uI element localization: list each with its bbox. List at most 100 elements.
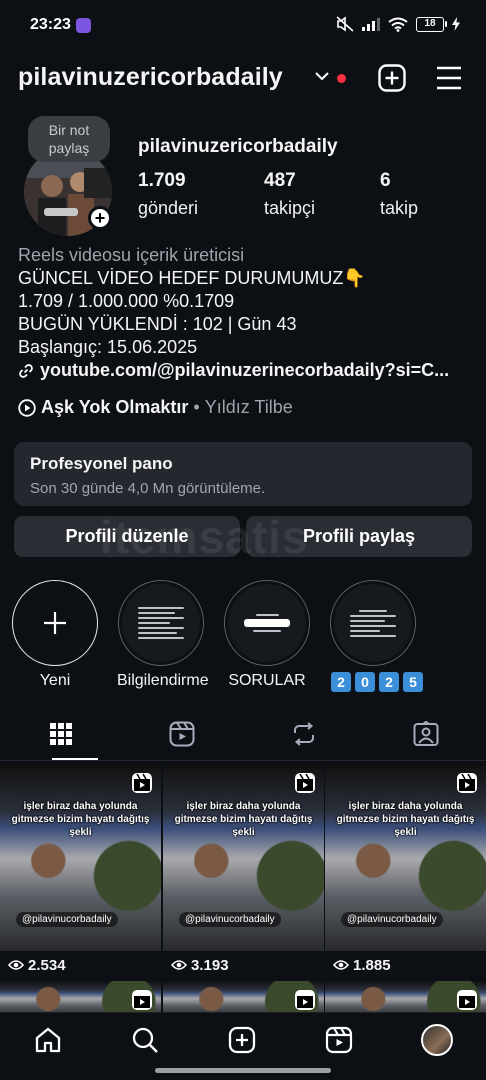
signal-icon xyxy=(362,18,380,31)
reels-icon xyxy=(169,721,195,747)
post-caption: işler biraz daha yolunda gitmezse bizim … xyxy=(336,801,475,838)
tab-posts-grid[interactable] xyxy=(41,717,81,751)
highlight-new[interactable]: Yeni xyxy=(11,580,99,690)
nav-search[interactable] xyxy=(128,1023,162,1057)
stat-posts-value: 1.709 xyxy=(138,170,186,191)
stat-followers-label: takipçi xyxy=(264,198,316,218)
highlight-ring xyxy=(118,580,204,666)
watermark: itemsatis xyxy=(100,511,309,563)
charging-icon xyxy=(452,17,460,31)
profile-music[interactable]: Aşk Yok Olmaktır • Yıldız Tilbe xyxy=(18,397,293,418)
status-icons: 18 xyxy=(336,16,460,32)
home-indicator-bar[interactable] xyxy=(155,1068,331,1073)
nav-home[interactable] xyxy=(31,1023,65,1057)
stat-posts[interactable]: 1.709 gönderi xyxy=(138,170,198,219)
notification-dot xyxy=(337,74,346,83)
digit-box: 2 xyxy=(331,672,351,692)
post-views: 3.193 xyxy=(163,951,324,979)
highlight-sorular[interactable]: SORULAR xyxy=(223,580,311,690)
tab-reels[interactable] xyxy=(162,717,202,751)
highlight-label-2025: 2025 xyxy=(329,672,423,692)
stat-followers-value: 487 xyxy=(264,170,296,191)
highlight-cover xyxy=(334,584,412,662)
eye-icon xyxy=(333,960,349,970)
post-tile[interactable]: işler biraz daha yolunda gitmezse bizim … xyxy=(325,764,486,979)
bio-link[interactable]: youtube.com/@pilavinuzerinecorbadaily?si… xyxy=(18,359,474,382)
note-bubble[interactable]: Bir not paylaş xyxy=(28,116,110,162)
post-handle: @pilavinucorbadaily xyxy=(179,912,281,927)
mute-icon xyxy=(336,16,354,32)
post-caption: işler biraz daha yolunda gitmezse bizim … xyxy=(11,801,150,838)
reel-badge-icon xyxy=(457,773,477,793)
post-caption: işler biraz daha yolunda gitmezse bizim … xyxy=(174,801,313,838)
highlight-label: Bilgilendirme xyxy=(117,672,209,689)
create-icon xyxy=(228,1026,256,1054)
highlight-ring xyxy=(224,580,310,666)
search-icon xyxy=(132,1027,158,1053)
reels-icon xyxy=(325,1026,353,1054)
pro-dashboard-title: Profesyonel pano xyxy=(30,454,173,473)
bio-category: Reels videosu içerik üreticisi xyxy=(18,245,245,265)
music-separator: • xyxy=(193,397,200,417)
post-thumbnail xyxy=(163,764,324,979)
post-thumbnail xyxy=(325,764,486,979)
play-circle-icon xyxy=(18,398,36,417)
reel-badge-icon xyxy=(132,990,152,1010)
chevron-down-icon[interactable] xyxy=(315,72,329,82)
digit-box: 2 xyxy=(379,672,399,692)
tab-reposts[interactable] xyxy=(284,717,324,751)
plus-icon xyxy=(44,612,66,634)
music-song: Aşk Yok Olmaktır xyxy=(41,397,189,417)
bio-line: GÜNCEL VİDEO HEDEF DURUMUMUZ👇 xyxy=(18,268,366,288)
repost-icon xyxy=(294,722,314,746)
tab-divider xyxy=(0,760,486,761)
highlight-label: SORULAR xyxy=(228,672,306,689)
post-handle: @pilavinucorbadaily xyxy=(16,912,118,927)
eye-icon xyxy=(8,960,24,970)
professional-dashboard[interactable]: Profesyonel pano Son 30 günde 4,0 Mn gör… xyxy=(14,442,472,506)
battery-icon: 18 xyxy=(416,16,447,32)
link-icon xyxy=(19,363,33,378)
stat-followers[interactable]: 487 takipçi xyxy=(264,170,315,219)
post-handle: @pilavinucorbadaily xyxy=(341,912,443,927)
nav-profile[interactable] xyxy=(420,1023,454,1057)
tab-tagged[interactable] xyxy=(406,717,446,751)
reel-badge-icon xyxy=(132,773,152,793)
reel-badge-icon xyxy=(295,773,315,793)
wifi-icon xyxy=(388,17,408,32)
highlight-2025[interactable]: 2025 xyxy=(329,580,423,692)
create-plus-icon[interactable] xyxy=(378,64,406,92)
grid-icon xyxy=(50,723,72,745)
tagged-person-icon xyxy=(413,721,439,746)
post-tile[interactable]: işler biraz daha yolunda gitmezse bizim … xyxy=(163,764,324,979)
nav-create[interactable] xyxy=(225,1023,259,1057)
digit-box: 5 xyxy=(403,672,423,692)
post-view-count: 2.534 xyxy=(28,956,66,974)
nav-reels[interactable] xyxy=(322,1023,356,1057)
reel-badge-icon xyxy=(295,990,315,1010)
add-story-button[interactable]: + xyxy=(88,206,112,230)
post-tile[interactable]: işler biraz daha yolunda gitmezse bizim … xyxy=(0,764,161,979)
stat-following[interactable]: 6 takip xyxy=(380,170,418,219)
stat-following-label: takip xyxy=(380,198,419,218)
reel-badge-icon xyxy=(457,990,477,1010)
post-view-count: 3.193 xyxy=(191,956,229,974)
highlight-cover xyxy=(228,584,306,662)
stat-following-value: 6 xyxy=(380,170,391,191)
bio-link-text: youtube.com/@pilavinuzerinecorbadaily?si… xyxy=(40,360,450,380)
highlight-bilgilendirme[interactable]: Bilgilendirme xyxy=(117,580,209,690)
app-notification-icon xyxy=(76,18,91,33)
hamburger-menu-icon[interactable] xyxy=(436,66,462,90)
account-switcher-username[interactable]: pilavinuzericorbadaily xyxy=(18,63,283,92)
profile-avatar xyxy=(421,1024,453,1056)
post-views: 1.885 xyxy=(325,951,486,979)
status-time: 23:23 xyxy=(30,16,71,33)
home-icon xyxy=(35,1027,61,1053)
post-view-count: 1.885 xyxy=(353,956,391,974)
new-highlight-ring xyxy=(12,580,98,666)
stat-posts-label: gönderi xyxy=(138,198,199,218)
pro-dashboard-subtitle: Son 30 günde 4,0 Mn görüntüleme. xyxy=(30,480,266,497)
post-views: 2.534 xyxy=(0,951,161,979)
highlight-label: Yeni xyxy=(39,672,71,689)
music-artist: Yıldız Tilbe xyxy=(204,397,293,417)
